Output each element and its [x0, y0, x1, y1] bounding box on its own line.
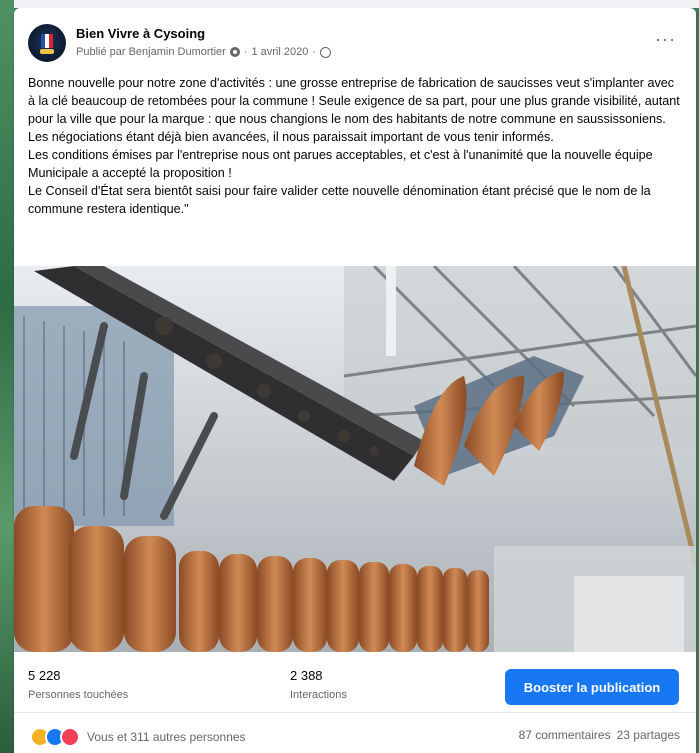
avatar-flag-red — [49, 34, 53, 48]
comments-count[interactable]: 87 commentaires — [519, 728, 611, 742]
interactions-value: 2 388 — [290, 668, 323, 683]
reach-stat[interactable]: 5 228 Personnes touchées — [28, 668, 128, 701]
boost-post-button[interactable]: Booster la publication — [505, 669, 679, 705]
globe-icon — [320, 46, 332, 58]
page-name-link[interactable]: Bien Vivre à Cysoing — [76, 26, 205, 41]
love-reaction-icon — [60, 727, 80, 747]
gear-icon — [229, 47, 240, 57]
post-paragraph: Bonne nouvelle pour notre zone d'activit… — [28, 76, 680, 126]
post-text: Bonne nouvelle pour notre zone d'activit… — [28, 74, 684, 218]
post-paragraph: Les conditions émises par l'entreprise n… — [28, 148, 653, 180]
post-paragraph: Le Conseil d'État sera bientôt saisi pou… — [28, 184, 651, 216]
post-date[interactable]: 1 avril 2020 — [251, 46, 308, 58]
post-meta: Publié par Benjamin Dumortier · 1 avril … — [76, 46, 332, 58]
avatar-base — [40, 49, 54, 54]
page-background-left — [0, 0, 14, 753]
post-paragraph: Les négociations étant déjà bien avancée… — [28, 130, 554, 144]
sausage-factory-photo — [14, 266, 696, 652]
reach-label: Personnes touchées — [28, 689, 129, 701]
post-header: Bien Vivre à Cysoing Publié par Benjamin… — [14, 8, 696, 64]
post-insights: 5 228 Personnes touchées 2 388 Interacti… — [14, 652, 696, 713]
reactions-summary[interactable]: Vous et 311 autres personnes — [30, 727, 246, 747]
page-background-top — [0, 0, 699, 8]
reach-value: 5 228 — [28, 668, 61, 683]
more-options-icon[interactable]: ··· — [655, 30, 676, 48]
engagement-counts: 87 commentaires 23 partages — [519, 728, 680, 742]
interactions-stat[interactable]: 2 388 Interactions — [290, 668, 347, 701]
post-footer: Vous et 311 autres personnes 87 commenta… — [14, 713, 696, 753]
shares-count[interactable]: 23 partages — [617, 728, 680, 742]
page-avatar[interactable] — [28, 24, 66, 62]
post-photo[interactable] — [14, 266, 696, 652]
post-card: Bien Vivre à Cysoing Publié par Benjamin… — [14, 8, 696, 753]
meta-separator: · — [312, 46, 317, 58]
reactions-text: Vous et 311 autres personnes — [87, 730, 246, 744]
published-by[interactable]: Publié par Benjamin Dumortier — [76, 46, 226, 58]
meta-separator: · — [243, 46, 248, 58]
interactions-label: Interactions — [290, 689, 347, 701]
